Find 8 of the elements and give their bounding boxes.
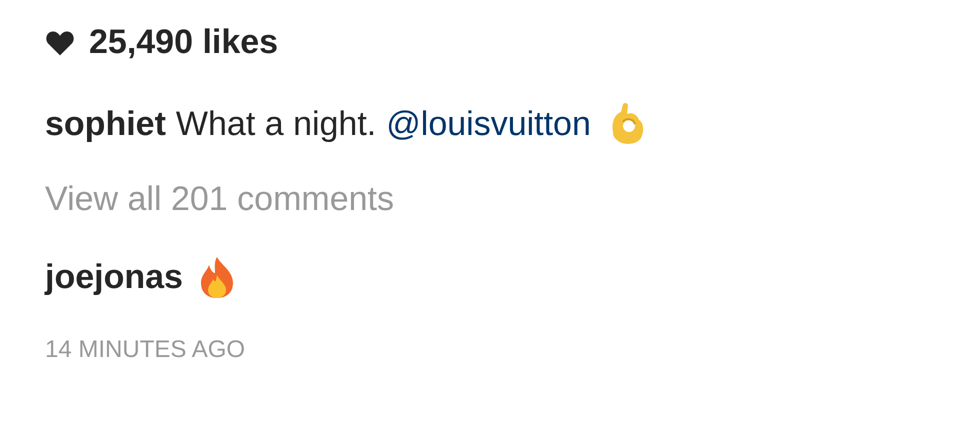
heart-icon[interactable] xyxy=(45,28,75,56)
comment-username[interactable]: joejonas xyxy=(45,252,183,302)
mention-link[interactable]: @louisvuitton xyxy=(386,98,591,150)
caption-username[interactable]: sophiet xyxy=(45,98,166,150)
fire-icon xyxy=(198,255,235,299)
likes-count[interactable]: 25,490 likes xyxy=(89,16,278,68)
caption-text: What a night. xyxy=(176,104,376,144)
timestamp: 14 MINUTES AGO xyxy=(45,335,246,365)
